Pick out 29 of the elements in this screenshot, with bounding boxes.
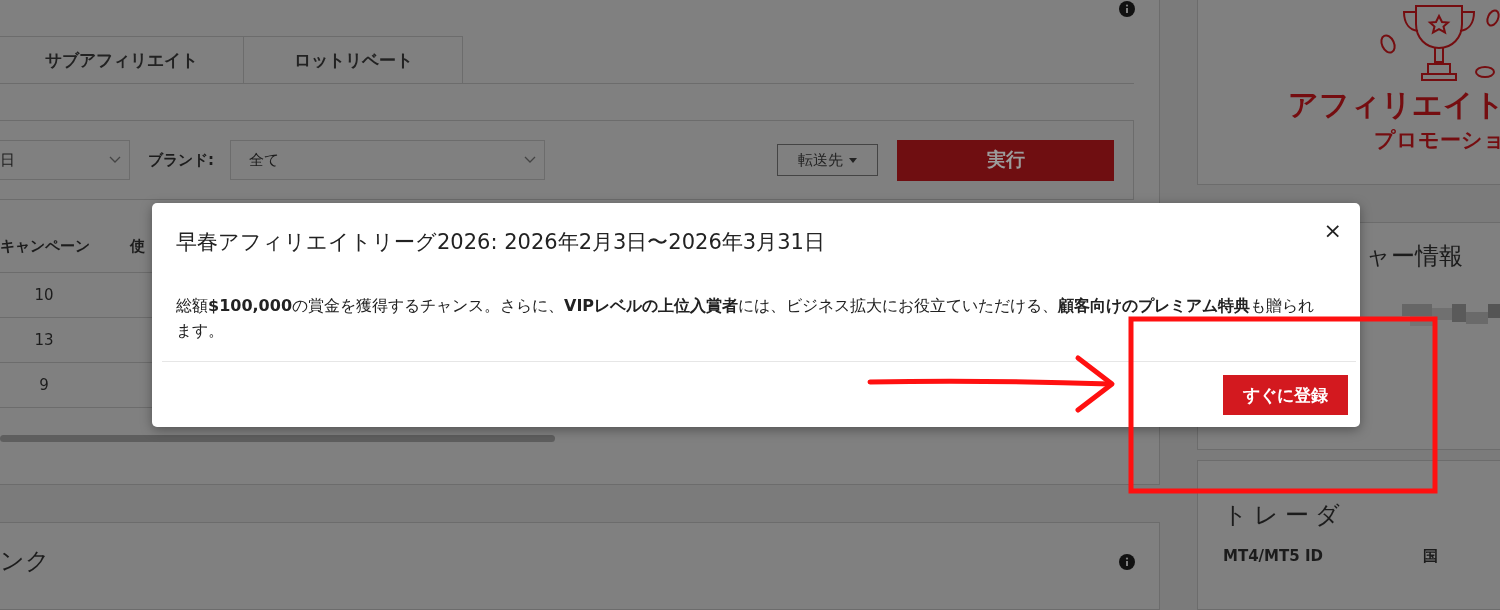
info-icon[interactable] bbox=[1119, 554, 1135, 570]
promo-subtitle: プロモーショ bbox=[1374, 127, 1500, 154]
caret-icon bbox=[849, 157, 857, 163]
period-select[interactable]: 日 bbox=[0, 140, 130, 180]
transfer-button[interactable]: 転送先 bbox=[777, 144, 878, 176]
close-button[interactable]: × bbox=[1319, 216, 1346, 245]
tab[interactable]: ロットリベート bbox=[243, 36, 463, 83]
column-header: 国 bbox=[1423, 547, 1438, 566]
card-title: トレーダ bbox=[1223, 500, 1346, 531]
register-button[interactable]: すぐに登録 bbox=[1223, 375, 1348, 415]
brand-label: ブランド: bbox=[148, 150, 214, 170]
chevron-icon bbox=[524, 156, 536, 164]
table-cell-text: 10 bbox=[33, 286, 55, 304]
column-header: MT4/MT5 ID bbox=[1223, 547, 1324, 566]
card-title: ャー情報 bbox=[1366, 241, 1463, 272]
dialog-title: 早春アフィリエイトリーグ2026: 2026年2月3日〜2026年3月31日 bbox=[176, 229, 825, 256]
table-cell-text: 13 bbox=[33, 331, 55, 349]
info-icon[interactable] bbox=[1119, 1, 1135, 17]
table-cell-text: 9 bbox=[38, 376, 50, 394]
column-header: キャンペーン bbox=[0, 236, 91, 256]
promo-title: アフィリエイト bbox=[1288, 86, 1500, 124]
chevron-icon bbox=[109, 156, 121, 164]
scrollbar[interactable] bbox=[0, 435, 555, 442]
promo-card[interactable]: アフィリエイト プロモーショ bbox=[1197, 0, 1500, 185]
panel-title: ンク bbox=[0, 546, 50, 577]
dialog-message: 総額$100,000の賞金を獲得するチャンス。さらに、VIPレベルの上位入賞者には、ビジネス拡大にお役立ていただける、顧客向けのプレミアム特典も贈られます。 bbox=[176, 295, 1316, 342]
column-header: 使 bbox=[130, 236, 145, 256]
run-button[interactable]: 実行 bbox=[897, 139, 1114, 181]
brand-select[interactable]: 全て bbox=[230, 140, 545, 180]
